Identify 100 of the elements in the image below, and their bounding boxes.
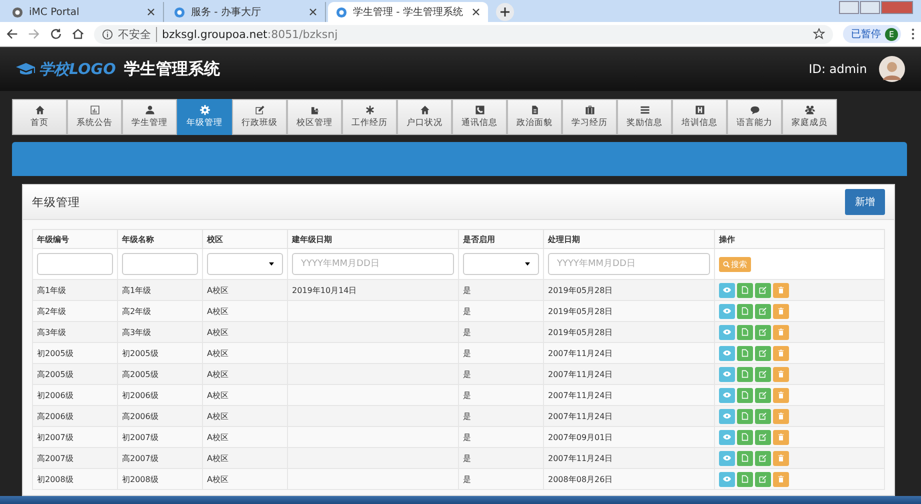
close-icon[interactable] bbox=[309, 8, 317, 16]
delete-button[interactable] bbox=[773, 408, 789, 424]
file-icon bbox=[741, 391, 749, 399]
trash-icon bbox=[777, 286, 785, 294]
file-button[interactable] bbox=[737, 472, 753, 486]
home-icon[interactable] bbox=[72, 28, 84, 40]
filter-field[interactable] bbox=[37, 253, 113, 275]
edit-button[interactable] bbox=[755, 366, 771, 382]
gear-icon bbox=[200, 105, 210, 115]
file-button[interactable] bbox=[737, 282, 753, 298]
new-tab-icon[interactable] bbox=[496, 3, 514, 21]
eye-icon bbox=[723, 412, 731, 420]
edit-icon bbox=[759, 349, 767, 357]
select-field[interactable] bbox=[207, 253, 283, 275]
nav-tab[interactable]: 年级管理 bbox=[177, 99, 232, 135]
select-field[interactable] bbox=[463, 253, 539, 275]
file-button[interactable] bbox=[737, 430, 753, 444]
view-button[interactable] bbox=[719, 304, 735, 318]
users-icon bbox=[804, 105, 814, 115]
view-button[interactable] bbox=[719, 408, 735, 424]
view-button[interactable] bbox=[719, 282, 735, 298]
date-field[interactable]: YYYY年MM月DD日 bbox=[548, 253, 710, 275]
delete-button[interactable] bbox=[773, 388, 789, 402]
delete-button[interactable] bbox=[773, 450, 789, 466]
view-button[interactable] bbox=[719, 472, 735, 486]
file-button[interactable] bbox=[737, 324, 753, 340]
nav-tab[interactable]: 政治面貌 bbox=[507, 99, 562, 135]
graduation-cap-icon bbox=[16, 62, 36, 76]
eye-icon bbox=[723, 328, 731, 336]
edit-button[interactable] bbox=[755, 450, 771, 466]
view-button[interactable] bbox=[719, 430, 735, 444]
delete-button[interactable] bbox=[773, 282, 789, 298]
file-button[interactable] bbox=[737, 450, 753, 466]
nav-tab[interactable]: 户口状况 bbox=[397, 99, 452, 135]
window-controls-drawing[interactable] bbox=[839, 1, 913, 14]
table-cell: 初2005级 bbox=[122, 348, 158, 358]
table-cell: 2007年09月01日 bbox=[548, 432, 613, 442]
nav-tab[interactable]: 培训信息 bbox=[672, 99, 727, 135]
trash-icon bbox=[777, 370, 785, 378]
delete-button[interactable] bbox=[773, 304, 789, 318]
trash-icon bbox=[777, 307, 785, 315]
edit-button[interactable] bbox=[755, 304, 771, 318]
nav-tab[interactable]: 首页 bbox=[12, 99, 67, 135]
file-button[interactable] bbox=[737, 366, 753, 382]
reload-icon[interactable] bbox=[50, 28, 62, 40]
close-icon[interactable] bbox=[147, 8, 155, 16]
trash-icon bbox=[777, 475, 785, 483]
forward-icon[interactable] bbox=[28, 28, 40, 40]
nav-tab[interactable]: 学生管理 bbox=[122, 99, 177, 135]
edit-button[interactable] bbox=[755, 430, 771, 444]
add-button[interactable]: 新增 bbox=[845, 189, 885, 215]
file-button[interactable] bbox=[737, 408, 753, 424]
nav-tab[interactable]: 校区管理 bbox=[287, 99, 342, 135]
file-button[interactable] bbox=[737, 304, 753, 318]
nav-tab[interactable]: 工作经历 bbox=[342, 99, 397, 135]
nav-tab[interactable]: 系统公告 bbox=[67, 99, 122, 135]
view-button[interactable] bbox=[719, 388, 735, 402]
info-icon[interactable] bbox=[102, 28, 113, 40]
view-button[interactable] bbox=[719, 346, 735, 360]
delete-button[interactable] bbox=[773, 472, 789, 486]
address-field[interactable]: 不安全 bzksgl.groupoa.net:8051/bzksnj bbox=[94, 24, 833, 44]
view-button[interactable] bbox=[719, 366, 735, 382]
delete-button[interactable] bbox=[773, 346, 789, 360]
view-button[interactable] bbox=[719, 450, 735, 466]
nav-tab[interactable]: 奖励信息 bbox=[617, 99, 672, 135]
eye-icon bbox=[723, 286, 731, 294]
profile-button[interactable]: 已暂停 E bbox=[843, 25, 901, 43]
edit-button[interactable] bbox=[755, 388, 771, 402]
file-button[interactable] bbox=[737, 388, 753, 402]
edit-button[interactable] bbox=[755, 408, 771, 424]
file-icon bbox=[741, 454, 749, 462]
nav-tab[interactable]: 行政班级 bbox=[232, 99, 287, 135]
file-button[interactable] bbox=[737, 346, 753, 360]
column-header: 年级名称 bbox=[118, 230, 202, 248]
star-icon[interactable] bbox=[813, 28, 825, 40]
briefcase-icon bbox=[584, 105, 594, 115]
table-cell: 2007年11月24日 bbox=[548, 348, 613, 358]
date-field[interactable]: YYYY年MM月DD日 bbox=[292, 253, 454, 275]
delete-button[interactable] bbox=[773, 324, 789, 340]
nav-tab[interactable]: 语言能力 bbox=[727, 99, 782, 135]
delete-button[interactable] bbox=[773, 430, 789, 444]
menu-icon[interactable] bbox=[911, 28, 915, 40]
delete-button[interactable] bbox=[773, 366, 789, 382]
edit-button[interactable] bbox=[755, 324, 771, 340]
edit-button[interactable] bbox=[755, 346, 771, 360]
table-cell: A校区 bbox=[207, 412, 228, 420]
nav-tab[interactable]: 学习经历 bbox=[562, 99, 617, 135]
avatar[interactable] bbox=[879, 56, 905, 82]
edit-icon bbox=[759, 454, 767, 462]
nav-tab[interactable]: 通讯信息 bbox=[452, 99, 507, 135]
view-button[interactable] bbox=[719, 324, 735, 340]
nav-tab[interactable]: 家庭成员 bbox=[782, 99, 837, 135]
table-cell: 高2年级 bbox=[37, 306, 66, 316]
edit-button[interactable] bbox=[755, 472, 771, 486]
close-icon[interactable] bbox=[472, 8, 480, 16]
filter-field[interactable] bbox=[122, 253, 198, 275]
edit-button[interactable] bbox=[755, 282, 771, 298]
back-icon[interactable] bbox=[6, 28, 18, 40]
table-cell: 初2006级 bbox=[122, 390, 158, 400]
browser-tab[interactable]: 学生管理 - 学生管理系统 bbox=[328, 2, 488, 22]
